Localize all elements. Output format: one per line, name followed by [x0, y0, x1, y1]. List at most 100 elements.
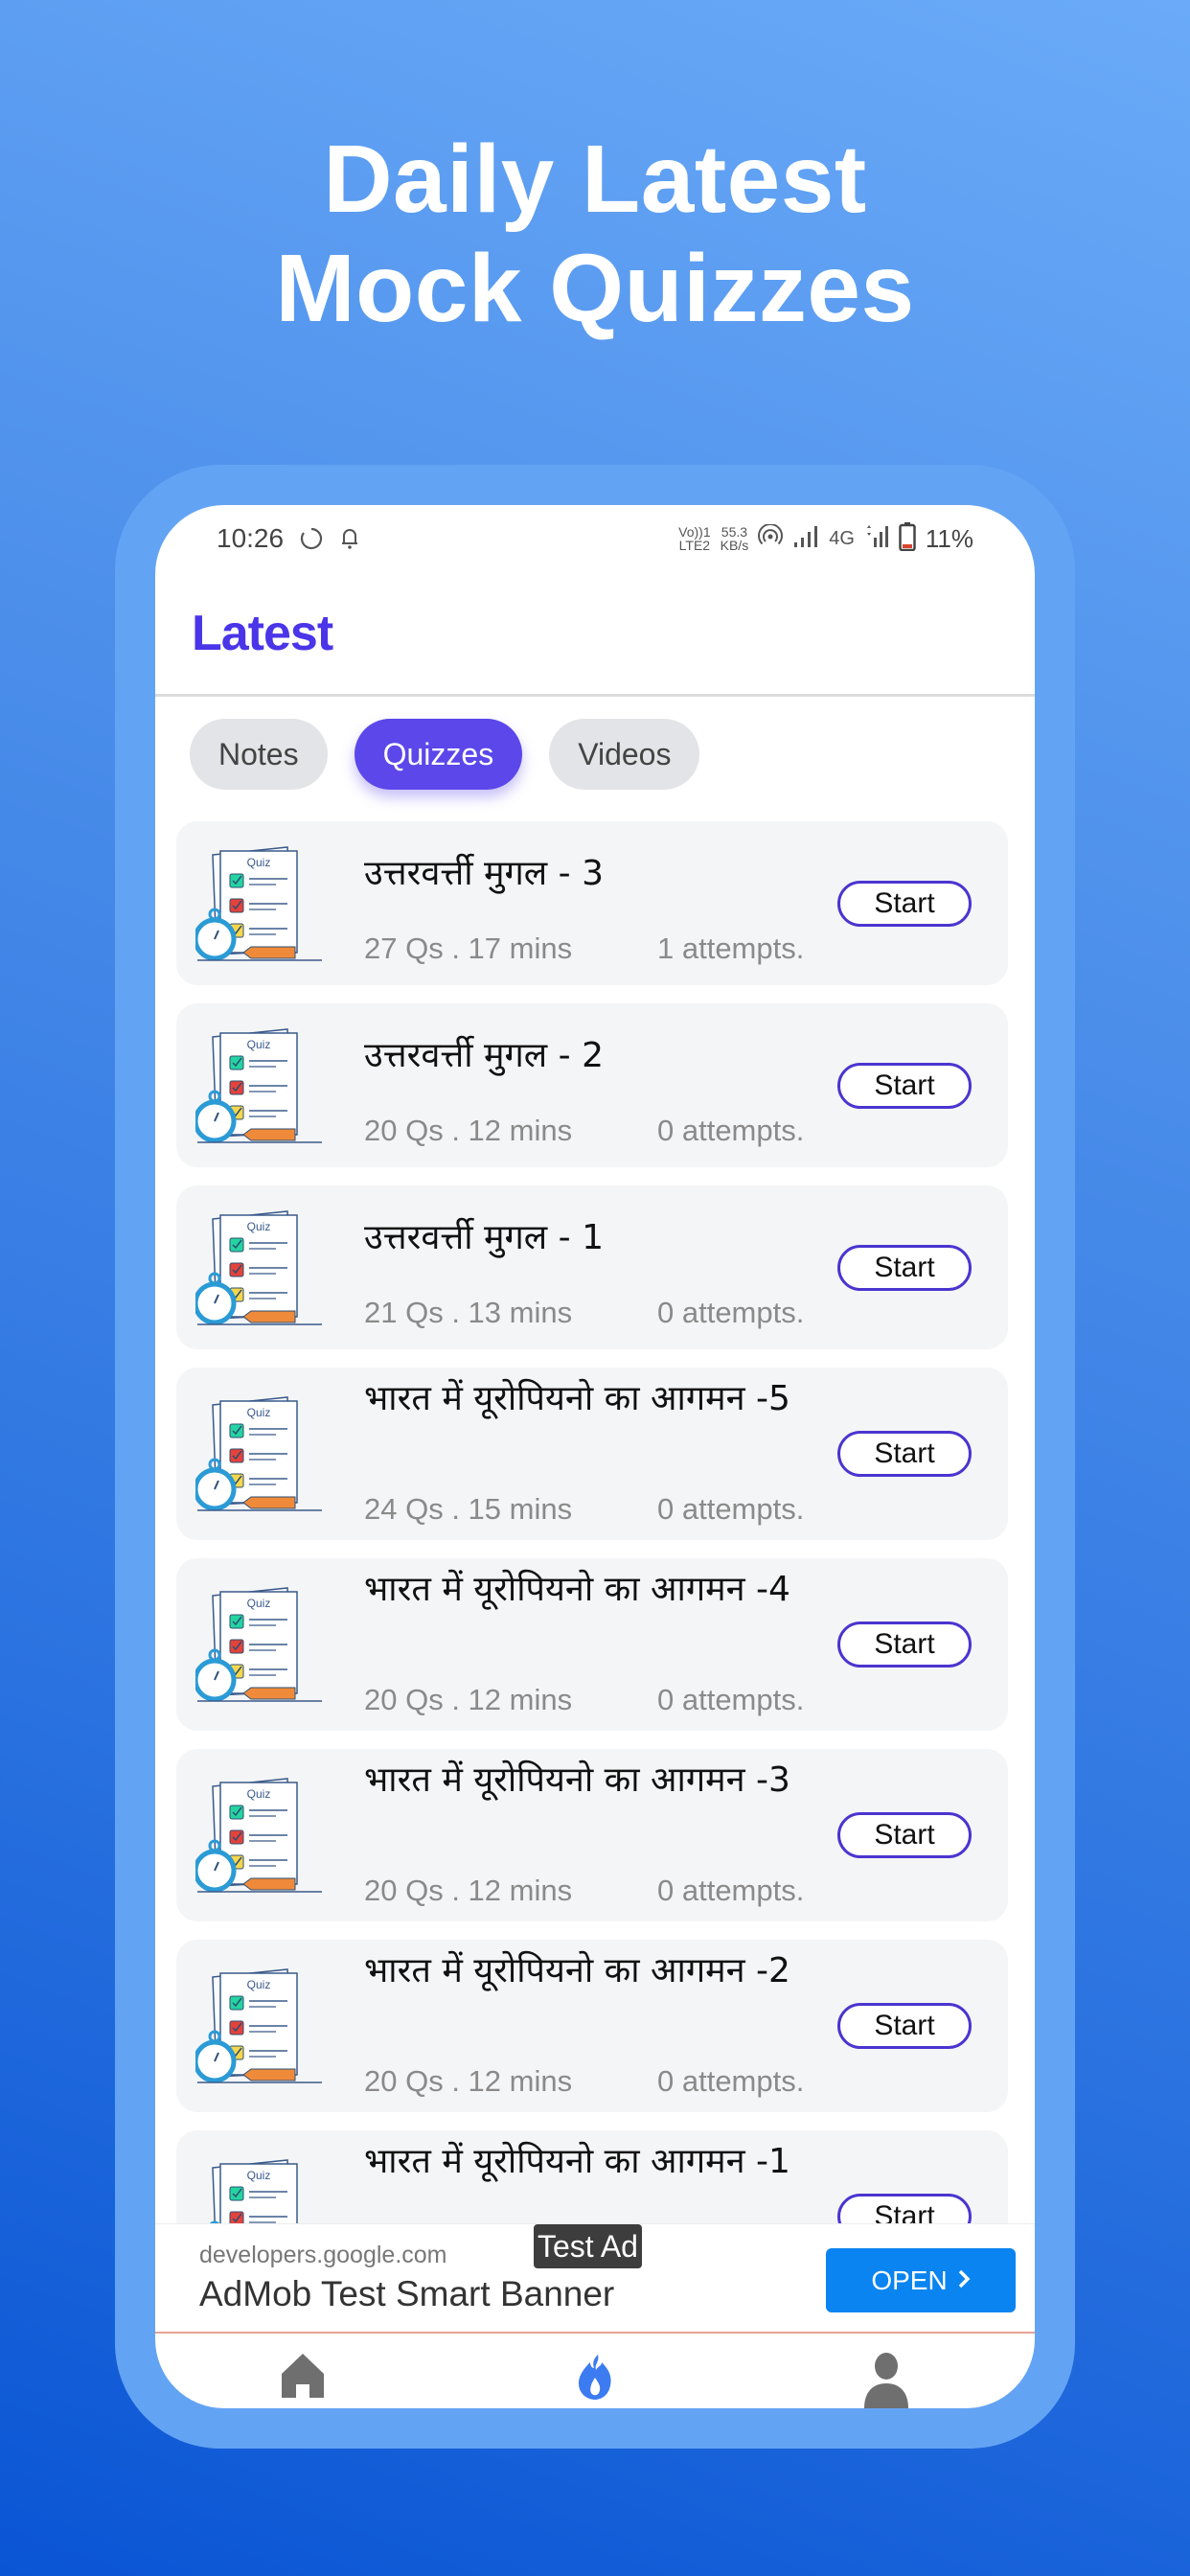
quiz-thumbnail-icon: Quiz	[193, 1393, 324, 1514]
app-bar: Latest	[155, 572, 1035, 697]
quiz-card[interactable]: Quiz भारत में यूरोपियनो का आगमन -2 20 Qs …	[176, 1940, 1008, 2112]
quiz-card-body: भारत में यूरोपियनो का आगमन -4 20 Qs . 12 …	[364, 1558, 826, 1731]
quiz-thumbnail-icon: Quiz	[193, 1025, 324, 1146]
nav-home[interactable]	[276, 2353, 330, 2406]
quiz-attempts: 1 attempts.	[657, 932, 805, 965]
quiz-questions-duration: 24 Qs . 15 mins	[364, 1492, 573, 1526]
battery-icon	[899, 521, 916, 556]
quiz-card[interactable]: Quiz भारत में यूरोपियनो का आगमन -5 24 Qs …	[176, 1368, 1008, 1540]
quiz-meta: 27 Qs . 17 mins 1 attempts.	[364, 932, 826, 966]
tab-notes[interactable]: Notes	[190, 719, 328, 790]
ad-badge: Test Ad	[534, 2224, 642, 2268]
quiz-card[interactable]: Quiz उत्तरवर्त्ती मुगल - 1 21 Qs . 13 min…	[176, 1185, 1008, 1349]
quiz-card-body: उत्तरवर्त्ती मुगल - 2 20 Qs . 12 mins 0 at…	[364, 1003, 826, 1167]
svg-text:Quiz: Quiz	[247, 1978, 271, 1991]
quiz-card-body: उत्तरवर्त्ती मुगल - 1 21 Qs . 13 mins 0 at…	[364, 1185, 826, 1349]
fire-icon	[575, 2353, 615, 2405]
svg-text:Quiz: Quiz	[247, 2169, 271, 2182]
headline-line-1: Daily Latest	[323, 126, 867, 233]
quiz-attempts: 0 attempts.	[657, 1114, 805, 1147]
quiz-card-body: भारत में यूरोपियनो का आगमन -2 20 Qs . 12 …	[364, 1940, 826, 2112]
category-tabs: Notes Quizzes Videos	[190, 719, 700, 790]
quiz-meta: 21 Qs . 13 mins 0 attempts.	[364, 1296, 826, 1330]
quiz-meta: 20 Qs . 12 mins 0 attempts.	[364, 1874, 826, 1908]
quiz-title: उत्तरवर्त्ती मुगल - 2	[364, 1036, 604, 1075]
start-quiz-button[interactable]: Start	[837, 1622, 972, 1668]
ad-banner[interactable]: Test Ad developers.google.com AdMob Test…	[155, 2223, 1035, 2334]
headline-line-2: Mock Quizzes	[275, 235, 915, 342]
status-time: 10:26	[217, 523, 285, 553]
tab-videos[interactable]: Videos	[549, 719, 700, 790]
hotspot-icon	[758, 522, 784, 554]
quiz-questions-duration: 20 Qs . 12 mins	[364, 1114, 573, 1147]
page-title: Latest	[192, 605, 333, 661]
network-speed: 55.3 KB/s	[720, 524, 749, 553]
quiz-attempts: 0 attempts.	[657, 1683, 805, 1716]
nav-latest[interactable]	[568, 2353, 622, 2406]
chevron-right-icon	[957, 2266, 971, 2296]
quiz-attempts: 0 attempts.	[657, 1296, 805, 1329]
start-quiz-button[interactable]: Start	[837, 880, 972, 927]
start-quiz-button[interactable]: Start	[837, 1431, 972, 1477]
signal-icon	[792, 525, 819, 553]
svg-text:Quiz: Quiz	[247, 1406, 271, 1419]
quiz-card-body: उत्तरवर्त्ती मुगल - 3 27 Qs . 17 mins 1 at…	[364, 821, 826, 985]
quiz-card[interactable]: Quiz भारत में यूरोपियनो का आगमन -3 20 Qs …	[176, 1749, 1008, 1921]
status-bar: 10:26 Vo))1 LTE2 55.3 KB/s 4G 11%	[155, 505, 1035, 572]
quiz-card[interactable]: Quiz भारत में यूरोपियनो का आगमन -4 20 Qs …	[176, 1558, 1008, 1731]
battery-percent: 11%	[925, 523, 973, 553]
svg-text:Quiz: Quiz	[247, 1220, 271, 1233]
quiz-thumbnail-icon: Quiz	[193, 1775, 324, 1896]
home-icon	[281, 2353, 325, 2404]
svg-text:Quiz: Quiz	[247, 1038, 271, 1051]
quiz-attempts: 0 attempts.	[657, 1492, 805, 1526]
ad-title: AdMob Test Smart Banner	[199, 2274, 615, 2313]
quiz-card[interactable]: Quiz उत्तरवर्त्ती मुगल - 3 27 Qs . 17 min…	[176, 821, 1008, 985]
start-quiz-button[interactable]: Start	[837, 1244, 972, 1291]
quiz-title: भारत में यूरोपियनो का आगमन -5	[364, 1379, 790, 1418]
quiz-list: Quiz उत्तरवर्त्ती मुगल - 3 27 Qs . 17 min…	[176, 821, 1008, 2321]
quiz-meta: 20 Qs . 12 mins 0 attempts.	[364, 1683, 826, 1717]
quiz-attempts: 0 attempts.	[657, 1874, 805, 1907]
nav-profile[interactable]	[859, 2353, 913, 2408]
quiz-card[interactable]: Quiz उत्तरवर्त्ती मुगल - 2 20 Qs . 12 min…	[176, 1003, 1008, 1167]
sync-icon	[299, 526, 324, 551]
quiz-meta: 20 Qs . 12 mins 0 attempts.	[364, 2064, 826, 2099]
svg-text:Quiz: Quiz	[247, 1597, 271, 1610]
quiz-card-body: भारत में यूरोपियनो का आगमन -3 20 Qs . 12 …	[364, 1749, 826, 1921]
svg-text:Quiz: Quiz	[247, 1787, 271, 1801]
start-quiz-button[interactable]: Start	[837, 1062, 972, 1109]
network-type: 4G	[829, 528, 855, 549]
quiz-title: उत्तरवर्त्ती मुगल - 1	[364, 1218, 604, 1257]
volte-indicator: Vo))1 LTE2	[678, 524, 711, 553]
tab-quizzes[interactable]: Quizzes	[354, 719, 523, 790]
quiz-card-body: भारत में यूरोपियनो का आगमन -5 24 Qs . 15 …	[364, 1368, 826, 1540]
promo-headline: Daily Latest Mock Quizzes	[0, 125, 1190, 343]
svg-text:Quiz: Quiz	[247, 856, 271, 869]
quiz-thumbnail-icon: Quiz	[193, 1584, 324, 1705]
phone-screen: 10:26 Vo))1 LTE2 55.3 KB/s 4G 11% Latest…	[155, 505, 1035, 2408]
quiz-thumbnail-icon: Quiz	[193, 843, 324, 964]
quiz-questions-duration: 20 Qs . 12 mins	[364, 1683, 573, 1716]
quiz-attempts: 0 attempts.	[657, 2064, 805, 2098]
quiz-meta: 20 Qs . 12 mins 0 attempts.	[364, 1114, 826, 1148]
quiz-title: भारत में यूरोपियनो का आगमन -3	[364, 1760, 790, 1800]
bottom-navigation	[155, 2335, 1035, 2408]
quiz-questions-duration: 20 Qs . 12 mins	[364, 2064, 573, 2098]
quiz-title: भारत में यूरोपियनो का आगमन -2	[364, 1951, 790, 1990]
ad-open-button[interactable]: OPEN	[826, 2248, 1016, 2312]
quiz-title: उत्तरवर्त्ती मुगल - 3	[364, 854, 604, 893]
quiz-title: भारत में यूरोपियनो का आगमन -1	[364, 2142, 790, 2181]
quiz-questions-duration: 20 Qs . 12 mins	[364, 1874, 573, 1907]
start-quiz-button[interactable]: Start	[837, 1812, 972, 1858]
quiz-title: भारत में यूरोपियनो का आगमन -4	[364, 1570, 790, 1609]
quiz-questions-duration: 21 Qs . 13 mins	[364, 1296, 573, 1329]
person-icon	[862, 2353, 910, 2408]
quiz-thumbnail-icon: Quiz	[193, 1966, 324, 2086]
signal-2-icon	[864, 524, 889, 553]
quiz-meta: 24 Qs . 15 mins 0 attempts.	[364, 1492, 826, 1527]
ad-open-label: OPEN	[871, 2265, 948, 2295]
quiz-thumbnail-icon: Quiz	[193, 1208, 324, 1328]
ad-domain: developers.google.com	[199, 2242, 447, 2268]
start-quiz-button[interactable]: Start	[837, 2003, 972, 2049]
